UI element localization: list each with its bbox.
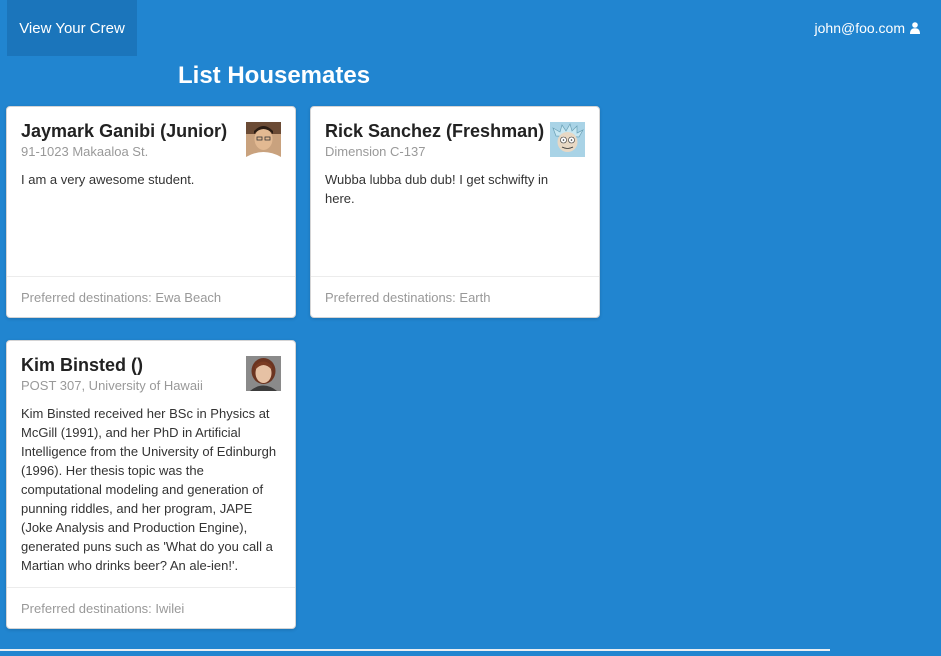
card-description: Wubba lubba dub dub! I get schwifty in h… [325, 172, 549, 206]
user-email: john@foo.com [814, 20, 905, 36]
page-title: List Housemates [178, 62, 371, 89]
avatar [246, 122, 281, 157]
view-your-crew-link[interactable]: View Your Crew [7, 0, 137, 56]
card-extra: Preferred destinations: Iwilei [7, 587, 295, 628]
housemate-card: Jaymark Ganibi (Junior) 91-1023 Makaaloa… [6, 106, 296, 318]
card-extra: Preferred destinations: Earth [311, 276, 599, 317]
card-meta: Dimension C-137 [325, 144, 426, 159]
housemate-card: Rick Sanchez (Freshman) Dimension C-137 … [310, 106, 600, 318]
card-meta: POST 307, University of Hawaii [21, 378, 203, 393]
card-meta: 91-1023 Makaaloa St. [21, 144, 149, 159]
user-dropdown[interactable]: john@foo.com [815, 0, 920, 56]
card-extra: Preferred destinations: Ewa Beach [7, 276, 295, 317]
user-icon [910, 22, 920, 34]
avatar [246, 356, 281, 391]
divider [0, 649, 830, 651]
top-menu: View Your Crew john@foo.com [0, 0, 941, 56]
avatar [550, 122, 585, 157]
card-header: Kim Binsted () [21, 355, 144, 375]
housemate-card: Kim Binsted () POST 307, University of H… [6, 340, 296, 629]
card-header: Jaymark Ganibi (Junior) [21, 121, 228, 141]
card-description: Kim Binsted received her BSc in Physics … [21, 406, 277, 573]
card-header: Rick Sanchez (Freshman) [325, 121, 545, 141]
card-description: I am a very awesome student. [21, 172, 195, 187]
